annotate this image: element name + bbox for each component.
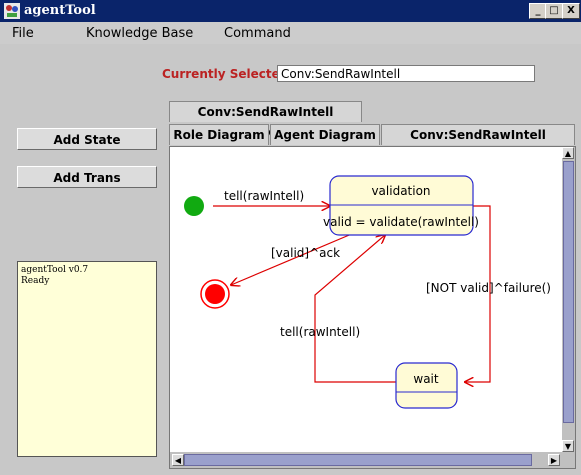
start-state[interactable] <box>184 196 204 216</box>
currently-selected-field[interactable]: Conv:SendRawIntell <box>277 65 535 82</box>
vertical-scrollbar[interactable]: ▲ ▼ <box>562 147 575 452</box>
menu-bar: File Knowledge Base Command <box>0 22 581 44</box>
window-title: agentTool <box>24 3 96 18</box>
add-state-button[interactable]: Add State <box>17 128 157 150</box>
state-validation-name: validation <box>371 184 430 198</box>
state-validation-activity: valid = validate(rawIntell) <box>323 215 479 229</box>
horizontal-scroll-thumb[interactable] <box>184 454 532 466</box>
scroll-left-icon[interactable]: ◀ <box>172 454 184 466</box>
currently-selected-label: Currently Selected <box>162 67 289 81</box>
title-bar: agentTool _ □ X <box>0 0 581 22</box>
label-validation-to-end: [valid]^ack <box>271 246 340 260</box>
scroll-up-icon[interactable]: ▲ <box>562 147 574 159</box>
label-validation-to-wait: [NOT valid]^failure() <box>426 281 551 295</box>
app-icon <box>4 3 20 19</box>
label-start-to-validation: tell(rawIntell) <box>224 189 304 203</box>
menu-file[interactable]: File <box>12 26 34 41</box>
add-trans-button[interactable]: Add Trans <box>17 166 157 188</box>
maximize-button[interactable]: □ <box>545 3 563 19</box>
log-panel: agentTool v0.7 Ready <box>17 261 157 457</box>
state-diagram: validation valid = validate(rawIntell) w… <box>184 175 551 409</box>
label-wait-to-validation: tell(rawIntell) <box>280 325 360 339</box>
log-line: agentTool v0.7 <box>21 265 89 275</box>
tab-role-diagram[interactable]: Role Diagram <box>169 124 269 145</box>
tab-agent-diagram[interactable]: Agent Diagram <box>270 124 380 145</box>
vertical-scroll-thumb[interactable] <box>563 161 574 423</box>
horizontal-scrollbar[interactable]: ◀ ▶ <box>170 452 575 468</box>
scroll-right-icon[interactable]: ▶ <box>548 454 560 466</box>
diagram-canvas[interactable]: validation valid = validate(rawIntell) w… <box>169 146 576 469</box>
menu-knowledge-base[interactable]: Knowledge Base <box>86 26 193 41</box>
tab-initiator[interactable]: Conv:SendRawIntell Initiator <box>381 124 575 162</box>
menu-command[interactable]: Command <box>224 26 291 41</box>
end-state-core <box>205 284 225 304</box>
state-wait-name: wait <box>413 372 439 386</box>
close-button[interactable]: X <box>562 3 580 19</box>
log-line: Ready <box>21 276 50 286</box>
scroll-down-icon[interactable]: ▼ <box>562 440 574 452</box>
tab-responder[interactable]: Conv:SendRawIntell Responder <box>169 101 362 139</box>
